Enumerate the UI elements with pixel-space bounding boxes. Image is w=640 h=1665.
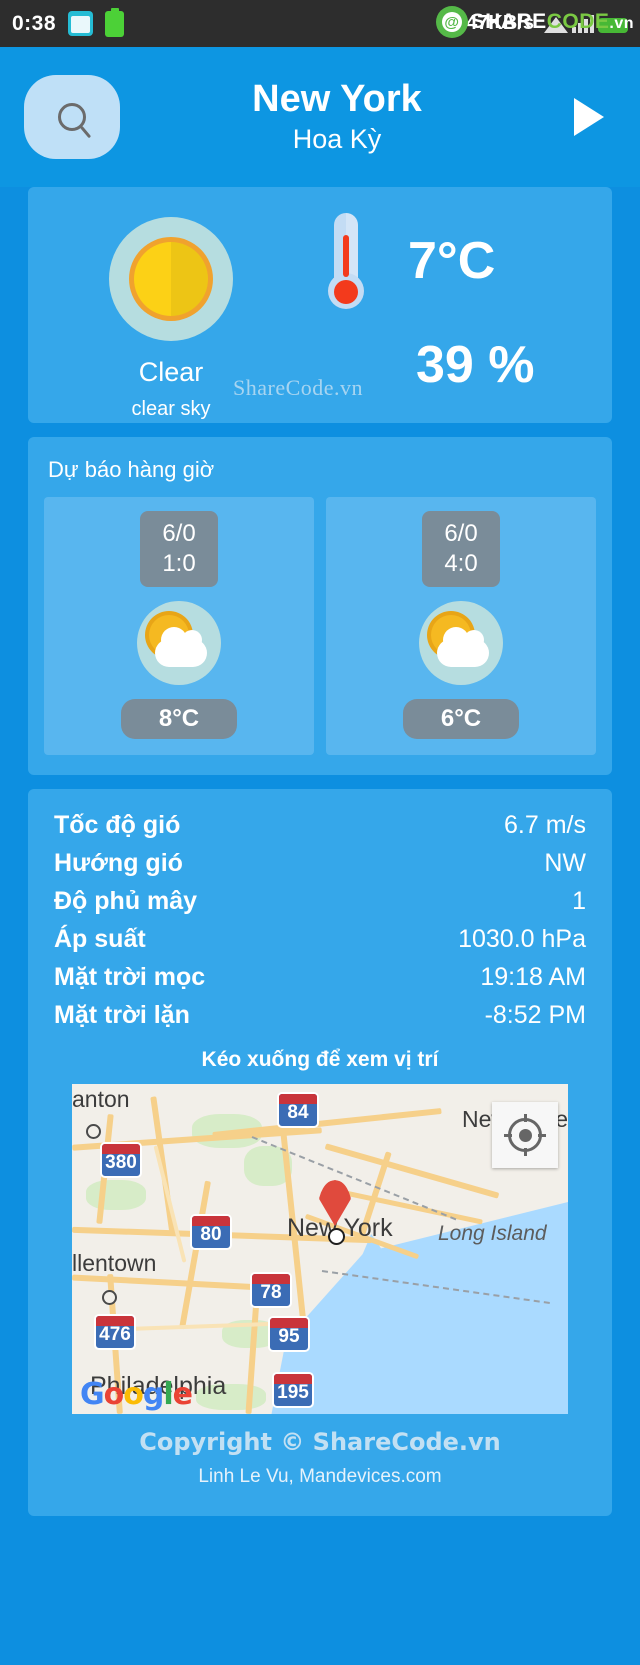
highway-shield: 195 [272, 1372, 314, 1408]
list-item[interactable]: 6/0 4:0 6°C [326, 497, 596, 755]
map-region-label: Long Island [438, 1222, 547, 1245]
map-pull-hint: Kéo xuống để xem vị trí [201, 1048, 439, 1071]
hour-temperature: 8°C [120, 699, 238, 739]
hour-time: 1:0 [162, 550, 196, 577]
location-map[interactable]: 84 380 80 78 95 476 195 anton New Haven … [72, 1084, 568, 1414]
hour-time: 4:0 [444, 550, 478, 577]
map-road [324, 1143, 500, 1199]
map-city-label: anton [72, 1086, 130, 1112]
map-city-label: llentown [72, 1250, 157, 1276]
app-header: New York Hoa Kỳ [0, 47, 640, 187]
location-titles: New York Hoa Kỳ [100, 77, 574, 156]
my-location-button[interactable] [492, 1102, 558, 1168]
google-logo: Google [80, 1377, 193, 1412]
temperature-value: 7°C [408, 232, 496, 290]
current-weather-card: Clear clear sky 7°C 39 % ShareCode.vn [28, 187, 612, 423]
status-clock: 0:38 [12, 11, 57, 35]
hour-date: 6/0 [444, 520, 478, 547]
humidity-row: 39 % [304, 313, 594, 417]
credit-text: Linh Le Vu, Mandevices.com [198, 1466, 442, 1487]
hour-temperature: 6°C [402, 699, 520, 739]
sharecode-watermark: ShareCode.vn [233, 375, 364, 400]
detail-value: NW [544, 849, 586, 877]
sharecode-watermark-text: SHARECODE.vn [470, 10, 634, 33]
map-pin-anchor [328, 1228, 345, 1245]
list-item[interactable]: 6/0 1:0 8°C [44, 497, 314, 755]
map-city-dot [86, 1124, 101, 1139]
search-icon [58, 103, 86, 131]
hour-timestamp: 6/0 1:0 [140, 511, 218, 587]
temperature-row: 7°C [304, 209, 594, 313]
detail-label: Độ phủ mây [54, 887, 198, 915]
detail-value: 19:18 AM [480, 963, 586, 991]
sharecode-mark-icon: @ [435, 6, 468, 38]
highway-shield: 80 [190, 1214, 232, 1250]
details-card: Tốc độ gió 6.7 m/s Hướng gió NW Độ phủ m… [28, 789, 612, 1516]
table-row: Mặt trời mọc 19:18 AM [54, 963, 586, 992]
detail-label: Tốc độ gió [54, 811, 181, 839]
status-bar: 0:38 147KB/s @ SHARECODE.vn [0, 0, 640, 47]
map-park [86, 1180, 146, 1210]
hourly-forecast-card: Dự báo hàng giờ 6/0 1:0 8°C 6/0 4:0 6°C [28, 437, 612, 775]
table-row: Hướng gió NW [54, 849, 586, 878]
highway-shield: 84 [277, 1092, 319, 1128]
sun-icon [109, 217, 233, 341]
play-triangle-icon[interactable] [574, 98, 604, 136]
detail-value: 6.7 m/s [504, 811, 586, 839]
detail-label: Hướng gió [54, 849, 183, 877]
highway-shield: 380 [100, 1142, 142, 1178]
hourly-forecast-list: 6/0 1:0 8°C 6/0 4:0 6°C [44, 497, 596, 755]
sun-behind-cloud-icon [419, 601, 503, 685]
map-road [153, 1145, 187, 1263]
hourly-forecast-title: Dự báo hàng giờ [48, 457, 215, 482]
detail-label: Áp suất [54, 925, 146, 953]
detail-value: 1 [572, 887, 586, 915]
table-row: Mặt trời lặn -8:52 PM [54, 1001, 586, 1030]
sharecode-watermark-logo: @ SHARECODE.vn [435, 6, 634, 38]
thermometer-icon [322, 213, 370, 309]
table-row: Áp suất 1030.0 hPa [54, 925, 586, 954]
copyright-text: Copyright © ShareCode.vn [139, 1428, 501, 1456]
hour-date: 6/0 [162, 520, 196, 547]
footer: Copyright © ShareCode.vn Linh Le Vu, Man… [54, 1414, 586, 1506]
hour-timestamp: 6/0 4:0 [422, 511, 500, 587]
detail-label: Mặt trời lặn [54, 1001, 190, 1029]
battery-icon [105, 10, 125, 37]
table-row: Độ phủ mây 1 [54, 887, 586, 916]
table-row: Tốc độ gió 6.7 m/s [54, 811, 586, 840]
condition-description: clear sky [131, 398, 211, 420]
android-app-icon [68, 11, 94, 36]
highway-shield: 95 [268, 1316, 310, 1352]
humidity-value: 39 % [416, 336, 535, 394]
detail-value: -8:52 PM [484, 1001, 586, 1029]
highway-shield: 78 [250, 1272, 292, 1308]
highway-shield: 476 [94, 1314, 136, 1350]
country-name: Hoa Kỳ [292, 124, 382, 155]
my-location-icon [508, 1118, 542, 1152]
sun-behind-cloud-icon [137, 601, 221, 685]
detail-value: 1030.0 hPa [458, 925, 586, 953]
detail-label: Mặt trời mọc [54, 963, 206, 991]
map-city-dot [102, 1290, 117, 1305]
city-name: New York [252, 77, 422, 120]
